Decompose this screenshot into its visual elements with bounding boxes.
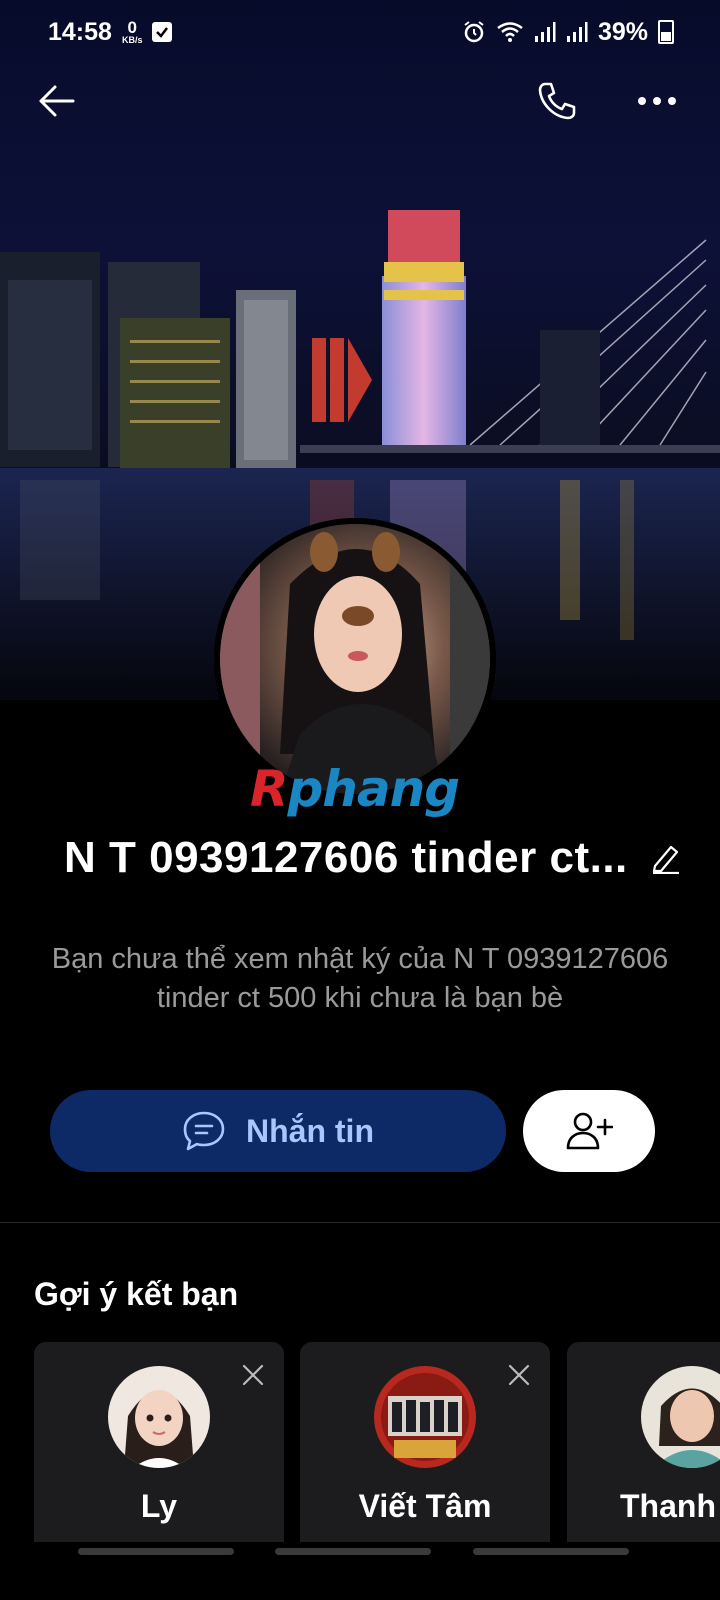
more-button[interactable] <box>622 66 692 136</box>
suggestions-title: Gợi ý kết bạn <box>34 1276 239 1312</box>
close-icon <box>508 1364 530 1386</box>
wifi-icon <box>497 22 523 42</box>
checkbox-notification-icon <box>152 22 173 42</box>
profile-avatar[interactable] <box>214 518 496 800</box>
profile-screen: 14:58 0 KB/s 39% Rphang N T 0939127606 t… <box>0 0 720 1600</box>
signal-icon-2 <box>566 22 588 42</box>
close-icon <box>242 1364 264 1386</box>
chat-bubble-icon <box>183 1111 225 1151</box>
edit-name-button[interactable] <box>648 840 684 876</box>
net-speed: 0 KB/s <box>122 19 143 45</box>
battery-percent: 39% <box>597 17 648 46</box>
add-friend-icon <box>566 1112 613 1150</box>
dismiss-suggestion-button[interactable] <box>504 1360 534 1390</box>
signal-icon <box>534 22 556 42</box>
profile-name-row: N T 0939127606 tinder ct... <box>64 830 684 886</box>
net-speed-value: 0 <box>127 18 137 37</box>
add-friend-button[interactable] <box>523 1090 655 1172</box>
message-button-label: Nhắn tin <box>246 1112 374 1149</box>
status-right: 39% <box>462 18 674 47</box>
status-time: 14:58 <box>48 17 112 46</box>
dismiss-suggestion-button[interactable] <box>238 1360 268 1390</box>
pencil-icon <box>652 845 679 874</box>
suggestion-avatar <box>108 1366 210 1468</box>
gesture-pill <box>78 1548 234 1555</box>
watermark-logo: Rphang <box>250 760 460 818</box>
back-button[interactable] <box>22 66 92 136</box>
top-nav <box>0 66 720 136</box>
alarm-icon <box>464 21 484 43</box>
message-button[interactable]: Nhắn tin <box>50 1090 506 1172</box>
status-bar: 14:58 0 KB/s 39% <box>0 0 720 64</box>
profile-name: N T 0939127606 tinder ct... <box>64 833 628 882</box>
battery-icon <box>658 20 674 44</box>
more-dots-icon <box>638 97 676 105</box>
call-button[interactable] <box>522 66 592 136</box>
status-left: 14:58 0 KB/s <box>48 17 173 47</box>
phone-icon <box>538 82 576 120</box>
net-speed-unit: KB/s <box>121 35 143 45</box>
section-divider <box>0 1222 720 1223</box>
arrow-left-icon <box>39 85 75 117</box>
suggestion-name: Ly <box>140 1488 178 1524</box>
suggestion-avatar <box>641 1366 720 1468</box>
gesture-pill <box>275 1548 431 1555</box>
avatar-photo <box>220 524 490 794</box>
privacy-notice: Bạn chưa thể xem nhật ký của N T 0939127… <box>51 943 669 1014</box>
suggestion-name: Viết Tâm <box>358 1488 492 1524</box>
suggestion-avatar <box>374 1366 476 1468</box>
gesture-pill <box>473 1548 629 1555</box>
suggestion-name: Thanh <box>620 1488 716 1524</box>
gesture-bar <box>0 1548 720 1564</box>
